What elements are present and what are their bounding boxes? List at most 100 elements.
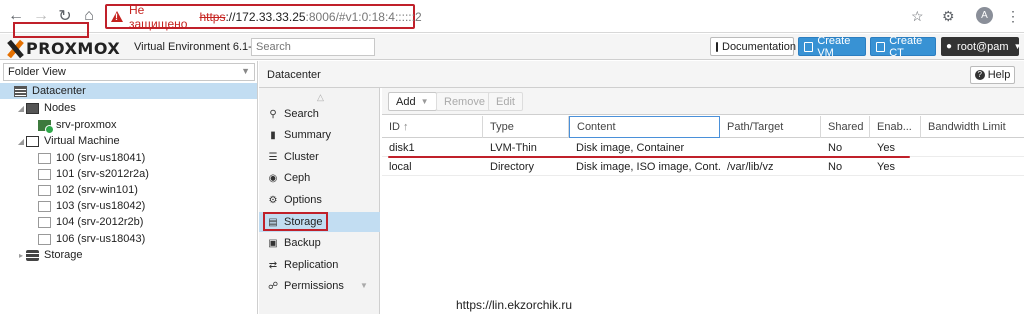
column-header-label: ID	[389, 121, 400, 133]
cell-enabled: Yes	[877, 160, 895, 173]
datacenter-icon	[14, 85, 27, 97]
nav-item-label: Summary	[284, 129, 332, 141]
cluster-icon: ☰	[268, 151, 278, 163]
cell-id: local	[389, 160, 412, 173]
expand-arrow-icon[interactable]: ▸	[16, 251, 26, 260]
table-row[interactable]: local Directory Disk image, ISO image, C…	[382, 157, 1024, 176]
tree-item-label: 100 (srv-us18041)	[56, 152, 146, 164]
nav-item-cluster[interactable]: ☰ Cluster	[259, 147, 380, 167]
chevron-down-icon: ▼	[420, 97, 429, 106]
edit-button[interactable]: Edit	[488, 92, 523, 111]
annotation-underline	[388, 156, 910, 158]
user-menu-button[interactable]: ● root@pam ▼	[941, 37, 1022, 56]
create-ct-button[interactable]: Create CT	[870, 34, 936, 59]
vm-icon	[38, 168, 51, 180]
proxmox-logo: PROXMOX	[6, 39, 120, 58]
address-bar[interactable]: Не защищено https://172.33.33.25:8006/#v…	[105, 3, 422, 31]
column-header-type[interactable]: Type	[483, 116, 569, 138]
tree-item-storage[interactable]: ▸ Storage	[0, 247, 257, 263]
tree-item-vm-103[interactable]: 103 (srv-us18042)	[0, 198, 257, 214]
monitor-icon	[26, 135, 39, 147]
globe-icon[interactable]: ⚙	[942, 8, 955, 25]
storage-toolbar: Add ▼ Remove Edit	[382, 88, 1024, 115]
cell-path	[720, 138, 821, 157]
nav-item-options[interactable]: ⚙ Options	[259, 190, 380, 210]
tree-item-vm-106[interactable]: 106 (srv-us18043)	[0, 231, 257, 247]
scroll-down-icon[interactable]: ▼	[360, 281, 368, 290]
logo-text: PROXMOX	[26, 39, 121, 58]
question-icon: ?	[974, 70, 985, 80]
column-header-enabled[interactable]: Enab...	[870, 116, 921, 138]
table-row[interactable]: disk1 LVM-Thin Disk image, Container No …	[382, 138, 1024, 157]
column-header-id[interactable]: ID ↑	[382, 116, 483, 138]
nav-item-ceph[interactable]: ◉ Ceph	[259, 168, 380, 188]
user-label: root@pam	[957, 40, 1009, 53]
tree-item-srv-proxmox[interactable]: srv-proxmox	[0, 117, 257, 134]
add-button[interactable]: Add ▼	[388, 92, 437, 111]
column-header-path[interactable]: Path/Target	[720, 116, 821, 138]
node-online-icon	[38, 119, 54, 134]
cell-enabled: Yes	[877, 141, 895, 154]
tree-item-vm-101[interactable]: 101 (srv-s2012r2a)	[0, 166, 257, 182]
view-select-value: Folder View	[8, 66, 66, 78]
help-button[interactable]: ? Help	[970, 66, 1015, 84]
panel-header: Datacenter ? Help	[259, 61, 1024, 88]
version-label: Virtual Environment 6.1-5	[134, 41, 258, 53]
storage-grid: ID ↑ Type Content Path/Target Shared Enab…	[382, 116, 1024, 314]
vm-icon	[38, 200, 51, 212]
cell-id: disk1	[389, 141, 415, 154]
gear-icon: ⚙	[268, 194, 278, 206]
column-header-shared[interactable]: Shared	[821, 116, 870, 138]
view-select[interactable]: Folder View ▼	[3, 63, 255, 81]
cell-path: /var/lib/vz	[727, 160, 774, 173]
collapse-arrow-icon[interactable]: ◢	[16, 137, 26, 146]
nav-item-backup[interactable]: ▣ Backup	[259, 233, 380, 253]
tree-item-nodes[interactable]: ◢ Nodes	[0, 100, 257, 116]
nav-item-label: Permissions	[284, 280, 344, 292]
nav-item-label: Replication	[284, 259, 339, 271]
cube-icon	[876, 41, 886, 52]
chevron-down-icon: ▼	[241, 66, 250, 76]
cell-type: Directory	[490, 160, 535, 173]
column-header-content[interactable]: Content	[569, 116, 720, 138]
chevron-down-icon: ▼	[1013, 42, 1022, 51]
search-input[interactable]	[251, 38, 375, 56]
nav-item-summary[interactable]: ▮ Summary	[259, 125, 380, 145]
create-ct-label: Create CT	[889, 34, 923, 59]
collapse-arrow-icon[interactable]: ◢	[16, 104, 26, 113]
tree-item-vm-100[interactable]: 100 (srv-us18041)	[0, 150, 257, 166]
nav-item-replication[interactable]: ⇄ Replication	[259, 255, 380, 275]
url-protocol: https	[199, 9, 226, 24]
vm-icon	[38, 233, 51, 245]
avatar[interactable]: A	[976, 7, 993, 24]
tree-item-vm-102[interactable]: 102 (srv-win101)	[0, 182, 257, 198]
panel-title: Datacenter	[267, 69, 321, 81]
grid-header: ID ↑ Type Content Path/Target Shared Enab…	[382, 116, 1024, 138]
url-host: ://172.33.33.25	[225, 9, 306, 24]
server-icon	[26, 102, 39, 114]
tree-item-vm-104[interactable]: 104 (srv-2012r2b)	[0, 214, 257, 230]
scroll-up-icon[interactable]: △	[317, 92, 324, 103]
create-vm-label: Create VM	[817, 34, 851, 59]
tree-item-virtual-machine[interactable]: ◢ Virtual Machine	[0, 133, 257, 149]
create-vm-button[interactable]: Create VM	[798, 34, 866, 59]
nav-item-label: Search	[284, 108, 319, 120]
cell-type: LVM-Thin	[490, 141, 537, 154]
star-icon[interactable]: ☆	[911, 8, 924, 25]
documentation-button[interactable]: Documentation	[710, 37, 796, 56]
tree-item-label: 104 (srv-2012r2b)	[56, 216, 144, 228]
vm-icon	[38, 152, 51, 164]
highlight-box	[263, 212, 328, 231]
column-header-bandwidth[interactable]: Bandwidth Limit	[921, 116, 1024, 138]
more-menu-icon[interactable]: ⋮	[1006, 8, 1020, 25]
url-path: :8006/#v1:0:18:4::::::2	[305, 9, 422, 24]
vm-icon	[38, 184, 51, 196]
monitor-icon	[804, 41, 814, 52]
tree-item-datacenter[interactable]: Datacenter	[0, 83, 257, 99]
cell-bandwidth	[921, 138, 1024, 157]
nav-item-search[interactable]: ⚲ Search	[259, 104, 380, 124]
ceph-icon: ◉	[268, 172, 278, 184]
remove-button[interactable]: Remove	[436, 92, 493, 111]
watermark: https://lin.ekzorchik.ru	[456, 298, 573, 312]
column-header-label: Bandwidth Limit	[928, 121, 1006, 133]
